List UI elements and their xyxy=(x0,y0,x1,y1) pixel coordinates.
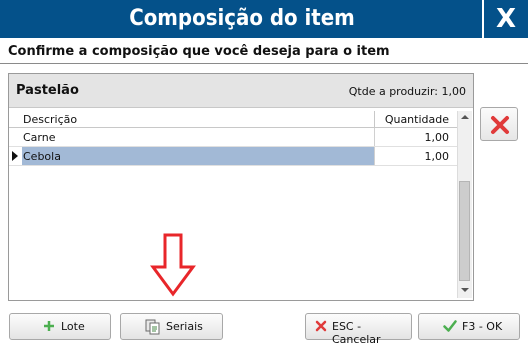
current-row-arrow-icon xyxy=(12,151,18,161)
lote-button[interactable]: Lote xyxy=(9,313,111,340)
row-indicator xyxy=(9,147,21,165)
cell-descricao: Cebola xyxy=(23,150,61,163)
cancel-button[interactable]: ESC - Cancelar xyxy=(305,313,412,346)
x-icon xyxy=(315,320,327,332)
close-button[interactable]: X xyxy=(482,0,528,38)
row-indicator xyxy=(9,128,21,146)
grid-header: Descrição Quantidade xyxy=(9,111,457,128)
divider xyxy=(0,63,528,64)
instruction-text: Confirme a composição que você deseja pa… xyxy=(8,44,390,59)
column-divider xyxy=(374,111,375,127)
ok-button[interactable]: F3 - OK xyxy=(418,313,520,340)
window-title: Composição do item xyxy=(129,6,355,31)
seriais-label: Seriais xyxy=(166,320,203,333)
column-divider xyxy=(374,128,375,146)
selection-highlight xyxy=(22,147,374,165)
scroll-down-icon[interactable] xyxy=(461,288,469,292)
lote-label: Lote xyxy=(61,320,85,333)
cell-quantidade[interactable]: 1,00 xyxy=(425,131,450,144)
panel-header: Pastelão Qtde a produzir: 1,00 xyxy=(9,74,473,108)
table-row-selected[interactable]: Cebola 1,00 xyxy=(9,147,457,166)
col-header-quantidade[interactable]: Quantidade xyxy=(385,113,449,126)
item-name: Pastelão xyxy=(16,83,79,98)
check-icon xyxy=(443,320,457,332)
col-header-descricao[interactable]: Descrição xyxy=(23,113,77,126)
ok-label: F3 - OK xyxy=(462,320,503,333)
cancel-label: ESC - Cancelar xyxy=(332,320,381,346)
cell-descricao: Carne xyxy=(23,131,56,144)
scroll-thumb[interactable] xyxy=(459,181,470,281)
column-divider xyxy=(374,147,375,165)
qty-to-produce: Qtde a produzir: 1,00 xyxy=(348,85,466,98)
delete-button[interactable] xyxy=(480,107,518,141)
scroll-up-icon[interactable] xyxy=(461,115,469,119)
cell-quantidade[interactable]: 1,00 xyxy=(425,150,450,163)
vertical-scrollbar[interactable] xyxy=(457,111,472,298)
delete-x-icon xyxy=(491,116,509,134)
composition-grid[interactable]: Descrição Quantidade Carne 1,00 Cebola 1… xyxy=(9,111,457,300)
composition-panel: Pastelão Qtde a produzir: 1,00 Descrição… xyxy=(8,73,474,301)
plus-icon xyxy=(44,321,54,331)
red-down-arrow-icon xyxy=(150,233,196,297)
seriais-button[interactable]: Seriais xyxy=(120,313,223,340)
title-bar: Composição do item X xyxy=(0,0,528,38)
table-row[interactable]: Carne 1,00 xyxy=(9,128,457,147)
copy-icon xyxy=(145,319,160,335)
